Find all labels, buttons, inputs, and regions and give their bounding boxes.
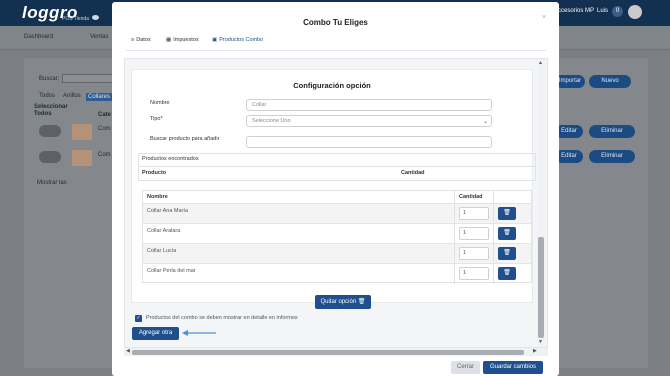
quantity-input[interactable]: 1 xyxy=(459,227,489,240)
col-nombre: Nombre xyxy=(147,194,168,200)
delete-button[interactable]: Eliminar xyxy=(589,150,635,163)
add-another-button[interactable]: Agregar otra xyxy=(132,327,179,340)
filter-anillos[interactable]: Anillos xyxy=(63,93,81,99)
row-toggle[interactable] xyxy=(39,151,61,163)
store-name[interactable]: ccesorios MP xyxy=(558,8,594,14)
config-title: Configuración opción xyxy=(293,81,371,90)
close-button[interactable]: Cerrar xyxy=(451,361,480,374)
row-text: Com xyxy=(98,152,111,158)
table-icon: ▦ xyxy=(166,37,172,43)
search-label: Buscar: xyxy=(39,76,60,82)
table-header: Nombre Cantidad xyxy=(143,191,531,204)
scroll-up-icon[interactable]: ▲ xyxy=(538,60,543,66)
search-input[interactable] xyxy=(62,74,114,83)
details-checkbox[interactable]: ✓ xyxy=(135,315,142,322)
buscar-label: Buscar producto para añadir xyxy=(150,136,220,142)
column-divider xyxy=(493,191,494,284)
selected-products-table: Nombre Cantidad Collar Ana María 1 🗑 Col… xyxy=(142,190,532,284)
chevron-down-icon: ⌄ xyxy=(482,119,488,125)
user-name[interactable]: Luis xyxy=(597,8,608,14)
tab-label: Impuestos xyxy=(173,37,199,43)
product-thumbnail xyxy=(72,150,92,166)
avatar[interactable] xyxy=(628,5,642,19)
show-entries-label: Mostrar las xyxy=(37,180,67,186)
edit-button[interactable]: Editar xyxy=(555,125,583,138)
scroll-area[interactable]: Configuración opción Nombre Collar Tipo*… xyxy=(124,58,548,348)
trash-icon[interactable]: 🗑 xyxy=(498,207,516,220)
quantity-input[interactable]: 1 xyxy=(459,207,489,220)
tab-productos-combo[interactable]: ▣ Productos Combo xyxy=(212,37,263,43)
filter-todos[interactable]: Todos xyxy=(39,93,55,99)
new-button[interactable]: Nuevo xyxy=(589,75,631,88)
tipo-select[interactable]: Seleccione Uno ⌄ xyxy=(246,115,492,127)
trash-icon[interactable]: 🗑 xyxy=(498,267,516,280)
filter-collares[interactable]: Collares xyxy=(86,93,113,101)
found-products-header: Producto Cantidad xyxy=(139,166,535,180)
scroll-down-icon[interactable]: ▼ xyxy=(538,339,543,345)
nombre-input[interactable]: Collar xyxy=(246,99,492,111)
tab-impuestos[interactable]: ▦ Impuestos xyxy=(166,37,199,43)
quantity-input[interactable]: 1 xyxy=(459,247,489,260)
product-name: Collar Lucía xyxy=(147,248,177,254)
remove-option-label: Quitar opción xyxy=(320,299,357,305)
edit-button[interactable]: Editar xyxy=(555,150,583,163)
save-changes-button[interactable]: Guardar cambios xyxy=(483,361,543,374)
notification-badge[interactable]: 0 xyxy=(612,6,623,17)
horizontal-scroll-thumb[interactable] xyxy=(132,350,524,355)
nav-ventas[interactable]: Ventas xyxy=(90,34,108,40)
delete-button[interactable]: Eliminar xyxy=(589,125,635,138)
quantity-input[interactable]: 1 xyxy=(459,267,489,280)
vertical-scroll-thumb[interactable] xyxy=(538,237,544,338)
product-name: Collar Aralara xyxy=(147,228,181,234)
modal-title: Combo Tu Eliges xyxy=(303,18,368,27)
col-cantidad: Cantidad xyxy=(459,194,483,200)
app-logo-subtitle: POS Tienda xyxy=(62,16,89,22)
scroll-right-icon[interactable]: ▶ xyxy=(533,348,537,354)
nav-dashboard[interactable]: Dashboard xyxy=(24,34,53,40)
config-option-card: Configuración opción Nombre Collar Tipo*… xyxy=(131,69,536,309)
import-button[interactable]: Importar xyxy=(555,75,585,88)
tab-datos[interactable]: ≡ Datos xyxy=(131,37,151,43)
scroll-left-icon[interactable]: ◀ xyxy=(126,348,130,354)
trash-icon[interactable]: 🗑 xyxy=(498,247,516,260)
combo-modal: Combo Tu Eliges × ≡ Datos ▦ Impuestos ▣ Pro… xyxy=(112,2,559,376)
table-row: Collar Perla del mar 1 🗑 xyxy=(143,264,531,284)
product-name: Collar Perla del mar xyxy=(147,268,196,274)
product-name: Collar Ana María xyxy=(147,208,188,214)
nombre-label: Nombre xyxy=(150,100,170,106)
table-row: Collar Lucía 1 🗑 xyxy=(143,244,531,264)
details-checkbox-label: Productos del combo se deben mostrar en … xyxy=(146,315,298,321)
column-divider xyxy=(454,191,455,284)
tab-label: Productos Combo xyxy=(219,37,264,43)
col-producto: Producto xyxy=(142,170,167,176)
found-products-title: Productos encontrados xyxy=(142,156,199,162)
product-thumbnail xyxy=(72,124,92,140)
search-product-input[interactable] xyxy=(246,136,492,148)
close-icon[interactable]: × xyxy=(542,14,546,21)
tab-divider xyxy=(126,50,546,51)
list-icon: ≡ xyxy=(131,37,135,43)
trash-icon: 🗑 xyxy=(357,299,366,305)
col-category: Cate xyxy=(98,112,112,118)
row-toggle[interactable] xyxy=(39,125,61,137)
tipo-label: Tipo* xyxy=(150,116,163,122)
tab-label: Datos xyxy=(136,37,151,43)
arrow-left-icon xyxy=(182,330,216,336)
found-products-panel: Productos encontrados Producto Cantidad xyxy=(138,153,536,181)
col-select-all[interactable]: Seleccionar Todos xyxy=(34,104,68,118)
table-row: Collar Ana María 1 🗑 xyxy=(143,204,531,224)
tipo-select-value: Seleccione Uno xyxy=(252,118,291,124)
table-row: Collar Aralara 1 🗑 xyxy=(143,224,531,244)
trash-icon[interactable]: 🗑 xyxy=(498,227,516,240)
col-cantidad: Cantidad xyxy=(401,170,425,176)
row-text: Com xyxy=(98,126,111,132)
box-icon: ▣ xyxy=(212,37,218,43)
eye-icon[interactable] xyxy=(92,15,99,20)
remove-option-button[interactable]: Quitar opción 🗑 xyxy=(315,295,371,309)
